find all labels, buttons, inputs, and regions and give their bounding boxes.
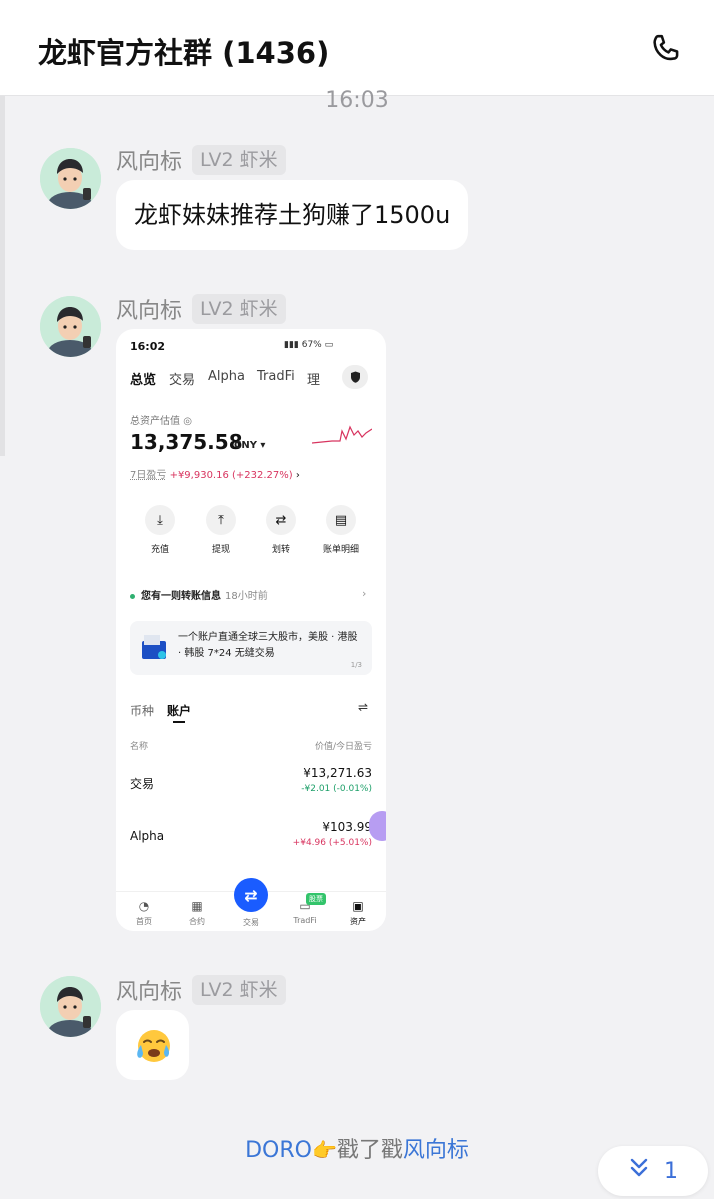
sender-nickname[interactable]: 风向标 [116, 144, 182, 176]
sender-nickname[interactable]: 风向标 [116, 974, 182, 1006]
account-row-name: 交易 [130, 777, 155, 791]
tab-overview: 总览 [130, 373, 157, 388]
avatar[interactable] [40, 148, 101, 209]
currency-selector: CNY ▾ [234, 440, 266, 451]
nav-trade: 交易 [243, 918, 259, 927]
level-badge: LV2 虾米 [192, 975, 286, 1005]
deposit-action: ⤓ 充值 [140, 505, 180, 555]
eye-icon: ◎ [183, 416, 192, 427]
transfer-notice: 您有一则转账信息 18小时前 [130, 587, 268, 602]
account-row-name: Alpha [130, 829, 165, 843]
total-assets-label: 总资产估值 ◎ [130, 416, 192, 427]
poke-actor[interactable]: DORO [245, 1138, 312, 1163]
emoji-message-bubble[interactable] [116, 1010, 189, 1080]
home-icon: ◔ [138, 899, 150, 913]
floating-assistant-bubble [369, 811, 386, 841]
account-row-value: ¥103.99 [322, 820, 372, 834]
subtab-underline [173, 721, 185, 723]
poke-verb: 戳了戳 [336, 1138, 403, 1163]
image-message[interactable]: 16:02 ▮▮▮ 67% ▭ 总览 交易 Alpha TradFi 理 总资产… [116, 329, 386, 931]
avatar-icon [40, 148, 101, 209]
new-message-count: 1 [664, 1158, 678, 1184]
avatar-icon [40, 296, 101, 357]
column-value: 价值/今日盈亏 [314, 742, 372, 752]
tab-trade: 交易 [169, 373, 196, 388]
column-name: 名称 [130, 742, 149, 752]
poke-target[interactable]: 风向标 [403, 1138, 469, 1163]
sender-nickname[interactable]: 风向标 [116, 293, 182, 325]
withdraw-action: ⤒ 提现 [201, 505, 241, 555]
avatar-icon [40, 976, 101, 1037]
promo-text: 一个账户直通全球三大股市，美股 · 港股 · 韩股 7*24 无缝交易 [178, 632, 358, 659]
phone-call-icon[interactable] [648, 32, 684, 68]
double-chevron-down-icon [628, 1157, 650, 1185]
transfer-action: ⇄ 划转 [261, 505, 301, 555]
status-icons: ▮▮▮ 67% ▭ [284, 340, 334, 350]
account-row-change: -¥2.01 (-0.01%) [301, 784, 372, 794]
avatar[interactable] [40, 976, 101, 1037]
chevron-right-icon: › [362, 587, 367, 600]
download-icon: ⤓ [145, 505, 175, 535]
nav-futures: ▦ 合约 [177, 899, 217, 927]
group-title: 龙虾官方社群 (1436) [38, 36, 330, 70]
bill-icon: ▤ [326, 505, 356, 535]
subtab-accounts: 账户 [167, 704, 192, 718]
stocks-badge: 股票 [306, 893, 326, 905]
nav-assets: ▣ 资产 [338, 899, 378, 927]
subtab-coins: 币种 [130, 704, 155, 718]
level-badge: LV2 虾米 [192, 145, 286, 175]
account-row-value: ¥13,271.63 [303, 766, 372, 780]
tab-alpha: Alpha [208, 369, 245, 384]
pointing-hand-icon: 👉 [311, 1138, 337, 1162]
wallet-icon: ▣ [352, 899, 364, 913]
message-sender: 风向标 LV2 虾米 [116, 975, 286, 1005]
account-row-change: +¥4.96 (+5.01%) [292, 838, 372, 848]
folder-icon [142, 635, 166, 659]
sparkline-chart [312, 425, 372, 444]
tab-tradfi: TradFi [257, 369, 295, 384]
level-badge: LV2 虾米 [192, 294, 286, 324]
message-sender: 风向标 LV2 虾米 [116, 294, 286, 324]
shield-icon [342, 365, 368, 389]
text-message-bubble[interactable]: 龙虾妹妹推荐土狗赚了1500u [116, 180, 469, 250]
promo-card: 一个账户直通全球三大股市，美股 · 港股 · 韩股 7*24 无缝交易 1/3 [130, 621, 372, 675]
crying-emoji-icon [136, 1030, 170, 1062]
tab-finance: 理 [307, 373, 321, 388]
new-messages-button[interactable]: 1 [598, 1146, 708, 1196]
time-separator: 16:03 [325, 88, 389, 113]
battery-level: 67% [301, 340, 322, 350]
bill-action: ▤ 账单明细 [321, 505, 361, 555]
status-time: 16:02 [130, 340, 166, 353]
message-sender: 风向标 LV2 虾米 [116, 145, 286, 175]
scroll-edge [0, 96, 5, 456]
weekly-pnl: 7日盈亏 +¥9,930.16 (+232.27%) › [130, 470, 300, 481]
trade-fab-icon: ⇄ [234, 878, 268, 912]
upload-icon: ⤒ [206, 505, 236, 535]
avatar[interactable] [40, 296, 101, 357]
promo-pager: 1/3 [350, 661, 362, 669]
transfer-icon: ⇄ [266, 505, 296, 535]
balance-value: 13,375.58 [130, 430, 243, 454]
chat-header: 龙虾官方社群 (1436) [0, 0, 714, 96]
filter-icon: ⇌ [358, 700, 369, 714]
nav-home: ◔ 首页 [124, 899, 164, 927]
futures-icon: ▦ [191, 899, 203, 913]
